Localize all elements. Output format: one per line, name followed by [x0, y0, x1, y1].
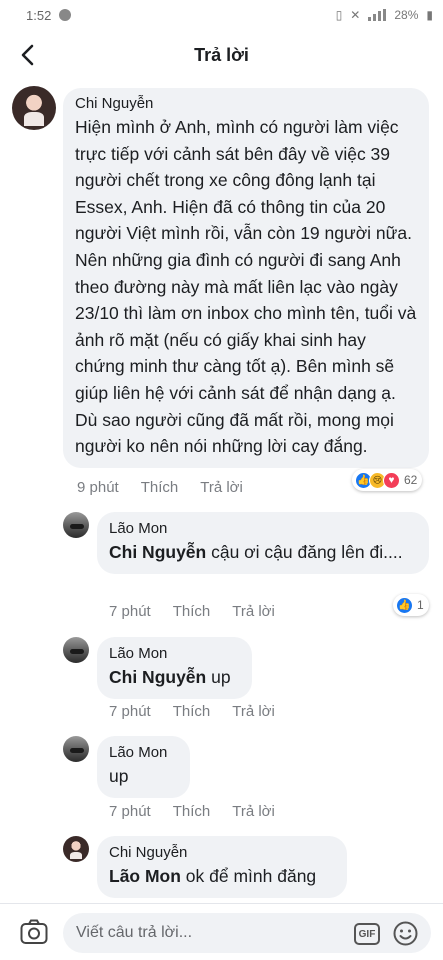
comment-author[interactable]: Chi Nguyễn: [109, 844, 335, 861]
comment-text: up: [109, 766, 129, 786]
comment-actions: 7 phút Thích Trả lời: [109, 603, 275, 620]
gif-button[interactable]: GIF: [354, 923, 380, 945]
reply-button[interactable]: Trả lời: [232, 703, 275, 720]
reply-button[interactable]: Trả lời: [232, 803, 275, 820]
comment-text: Hiện mình ở Anh, mình có người làm việc …: [75, 117, 417, 457]
comment-body: ok để mình đăng: [180, 866, 317, 886]
comment-actions: 7 phút Thích Trả lời: [109, 703, 275, 720]
signal-icon: [368, 9, 387, 21]
back-button[interactable]: [10, 38, 44, 72]
vibrate-icon: ▯: [335, 8, 343, 22]
like-button[interactable]: Thích: [173, 703, 211, 720]
comment-author[interactable]: Lão Mon: [109, 744, 178, 761]
comment-body: cậu ơi cậu đăng lên đi....: [206, 542, 403, 562]
comment-author[interactable]: Chi Nguyễn: [75, 95, 417, 112]
back-arrow-icon: [21, 44, 34, 66]
mute-icon: ✕: [350, 8, 361, 22]
page-title: Trả lời: [194, 44, 249, 65]
reply-button[interactable]: Trả lời: [232, 603, 275, 620]
love-reaction-icon: ♥: [383, 471, 400, 489]
like-button[interactable]: Thích: [173, 603, 211, 620]
comment-bubble: Lão Mon Chi Nguyễn up: [97, 637, 252, 699]
comment-text: Chi Nguyễn up: [109, 664, 240, 691]
comment-bubble: Chi Nguyễn Hiện mình ở Anh, mình có ngườ…: [63, 88, 429, 468]
comment-time: 9 phút: [77, 479, 119, 496]
status-bar: 1:52 ▯ ✕ 28% ▮: [0, 0, 443, 30]
comment-bubble: Lão Mon up: [97, 736, 190, 798]
comment-author[interactable]: Lão Mon: [109, 520, 417, 537]
like-button[interactable]: Thích: [141, 479, 179, 496]
comment-actions: 9 phút Thích Trả lời: [77, 479, 243, 496]
status-indicators: ▯ ✕ 28% ▮: [336, 8, 433, 22]
like-button[interactable]: Thích: [173, 803, 211, 820]
reply-composer: GIF: [0, 903, 443, 960]
like-reaction-icon: 👍: [396, 596, 413, 614]
comment-bubble: Lão Mon Chi Nguyễn cậu ơi cậu đăng lên đ…: [97, 512, 429, 574]
avatar[interactable]: [63, 637, 89, 663]
status-time: 1:52: [26, 7, 52, 23]
comment-time: 7 phút: [109, 603, 151, 620]
avatar[interactable]: [63, 836, 89, 862]
header: Trả lời: [0, 30, 443, 80]
battery-icon: ▮: [426, 8, 433, 22]
avatar[interactable]: [63, 512, 89, 538]
avatar[interactable]: [63, 736, 89, 762]
emoji-button[interactable]: [393, 921, 418, 946]
comment-text: Lão Mon ok để mình đăng: [109, 863, 335, 890]
camera-icon: [20, 919, 48, 944]
comment-text: Chi Nguyễn cậu ơi cậu đăng lên đi....: [109, 539, 417, 566]
comment-body: up: [206, 667, 231, 687]
mention-link[interactable]: Lão Mon: [109, 866, 181, 886]
reaction-summary[interactable]: 👍 1: [393, 594, 429, 616]
comment-time: 7 phút: [109, 703, 151, 720]
mention-link[interactable]: Chi Nguyễn: [109, 542, 206, 562]
facebook-notification-icon: [59, 9, 72, 21]
reaction-count: 1: [417, 598, 424, 612]
camera-button[interactable]: [20, 919, 48, 945]
avatar[interactable]: [12, 86, 56, 130]
comment-actions: 7 phút Thích Trả lời: [109, 803, 275, 820]
reaction-count: 62: [404, 473, 418, 487]
emoji-icon: [393, 921, 418, 946]
reply-button[interactable]: Trả lời: [200, 479, 243, 496]
comment-bubble: Chi Nguyễn Lão Mon ok để mình đăng: [97, 836, 347, 898]
reaction-summary[interactable]: 👍 😢 ♥ 62: [352, 469, 423, 491]
comment-time: 7 phút: [109, 803, 151, 820]
comment-author[interactable]: Lão Mon: [109, 645, 240, 662]
battery-level: 28%: [394, 8, 419, 22]
mention-link[interactable]: Chi Nguyễn: [109, 667, 206, 687]
